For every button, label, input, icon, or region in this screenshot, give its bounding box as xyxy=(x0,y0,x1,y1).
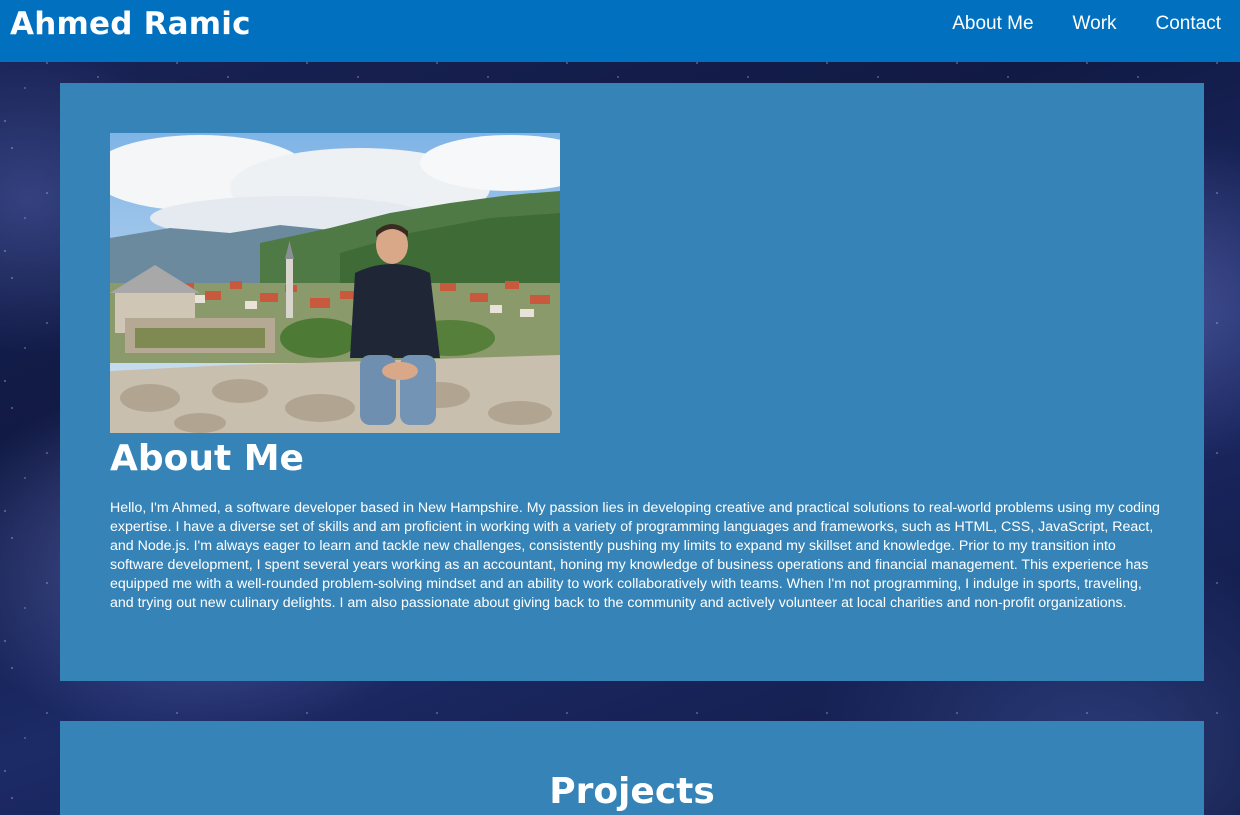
nav-link-contact[interactable]: Contact xyxy=(1156,13,1221,35)
about-heading: About Me xyxy=(110,438,304,479)
profile-photo xyxy=(110,133,560,433)
main-nav: About Me Work Contact xyxy=(952,13,1221,35)
site-title[interactable]: Ahmed Ramic xyxy=(10,6,251,42)
projects-heading: Projects xyxy=(549,771,715,812)
nav-link-work[interactable]: Work xyxy=(1073,13,1117,35)
about-section: About Me Hello, I'm Ahmed, a software de… xyxy=(60,83,1204,681)
site-header: Ahmed Ramic About Me Work Contact xyxy=(0,0,1240,62)
projects-section: Projects xyxy=(60,721,1204,815)
nav-link-about-me[interactable]: About Me xyxy=(952,13,1033,35)
about-paragraph: Hello, I'm Ahmed, a software developer b… xyxy=(110,500,1160,611)
